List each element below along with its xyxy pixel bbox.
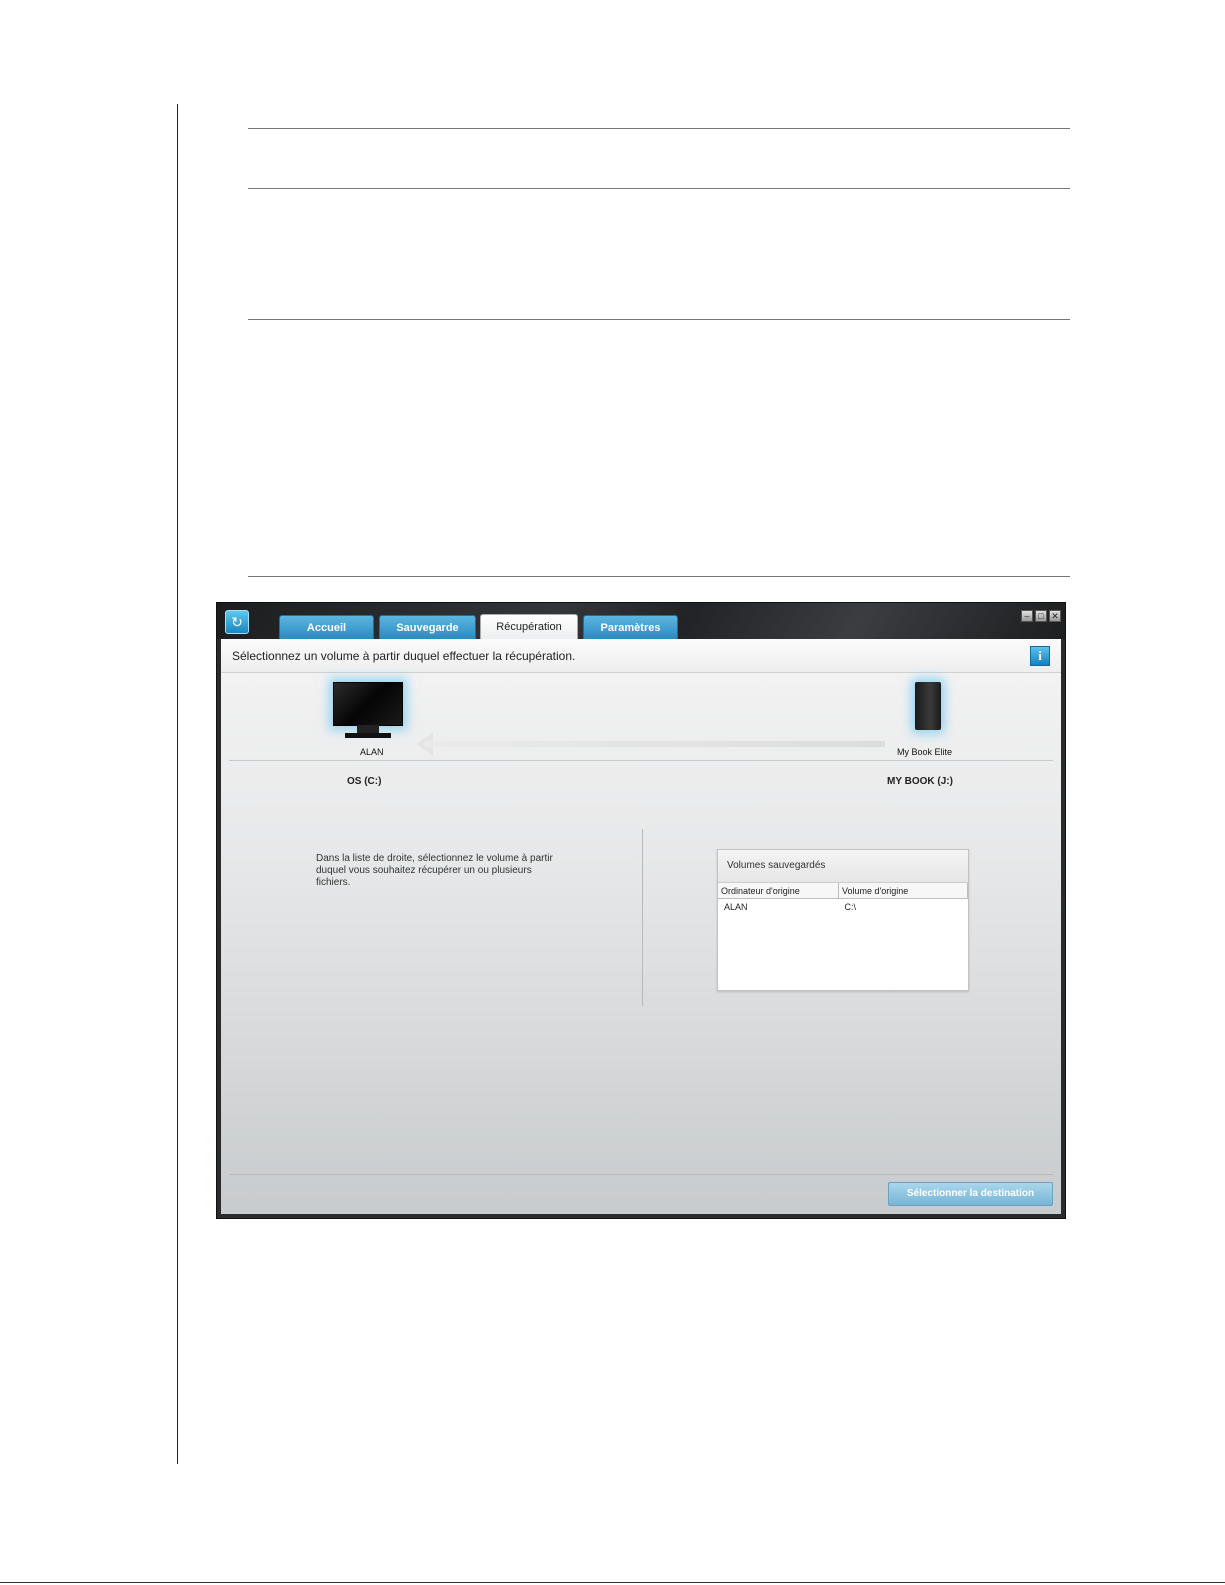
target-device-name: My Book Elite bbox=[897, 747, 953, 757]
minimize-icon[interactable]: – bbox=[1021, 610, 1033, 622]
app-window: ↻ Accueil Sauvegarde Récupération Paramè… bbox=[216, 602, 1066, 1219]
document-rule bbox=[248, 188, 1070, 189]
source-device-name: ALAN bbox=[360, 747, 384, 757]
document-bottom-rule bbox=[0, 1582, 1225, 1583]
tab-accueil[interactable]: Accueil bbox=[279, 615, 374, 639]
document-rule bbox=[248, 128, 1070, 129]
select-destination-button[interactable]: Sélectionner la destination bbox=[888, 1182, 1053, 1206]
document-rule bbox=[248, 576, 1070, 577]
transfer-arrow bbox=[425, 741, 885, 747]
volumes-panel: Volumes sauvegardés Ordinateur d'origine… bbox=[717, 849, 969, 991]
bottom-divider bbox=[229, 1174, 1053, 1175]
volumes-table: Ordinateur d'origine Volume d'origine AL… bbox=[718, 883, 968, 915]
computer-icon[interactable] bbox=[329, 680, 409, 750]
column-header-computer[interactable]: Ordinateur d'origine bbox=[718, 883, 839, 899]
source-volume-label: OS (C:) bbox=[347, 776, 382, 787]
vertical-divider bbox=[642, 829, 643, 1006]
app-logo-icon[interactable]: ↻ bbox=[225, 610, 249, 634]
cell-volume: C:\ bbox=[844, 902, 857, 912]
title-bar: ↻ Accueil Sauvegarde Récupération Paramè… bbox=[217, 603, 1065, 639]
document-margin-line bbox=[177, 104, 178, 1464]
column-header-volume[interactable]: Volume d'origine bbox=[838, 883, 968, 899]
cell-computer: ALAN bbox=[724, 902, 748, 912]
volumes-panel-title: Volumes sauvegardés bbox=[718, 850, 968, 883]
external-drive-icon[interactable] bbox=[911, 680, 947, 738]
table-row[interactable]: ALAN C:\ bbox=[718, 899, 968, 916]
document-rule bbox=[248, 319, 1070, 320]
tab-recuperation[interactable]: Récupération bbox=[480, 614, 578, 639]
tab-sauvegarde[interactable]: Sauvegarde bbox=[379, 615, 476, 639]
hint-text: Dans la liste de droite, sélectionnez le… bbox=[316, 853, 553, 888]
close-icon[interactable]: ✕ bbox=[1049, 610, 1061, 622]
instruction-text: Sélectionnez un volume à partir duquel e… bbox=[232, 649, 576, 663]
maximize-icon[interactable]: □ bbox=[1035, 610, 1047, 622]
instruction-bar: Sélectionnez un volume à partir duquel e… bbox=[221, 639, 1061, 673]
tab-parametres[interactable]: Paramètres bbox=[583, 615, 678, 639]
main-content: Sélectionnez un volume à partir duquel e… bbox=[221, 639, 1061, 1214]
target-volume-label: MY BOOK (J:) bbox=[887, 776, 953, 787]
device-row: ALAN My Book Elite bbox=[229, 672, 1053, 761]
info-icon[interactable]: i bbox=[1030, 646, 1050, 666]
